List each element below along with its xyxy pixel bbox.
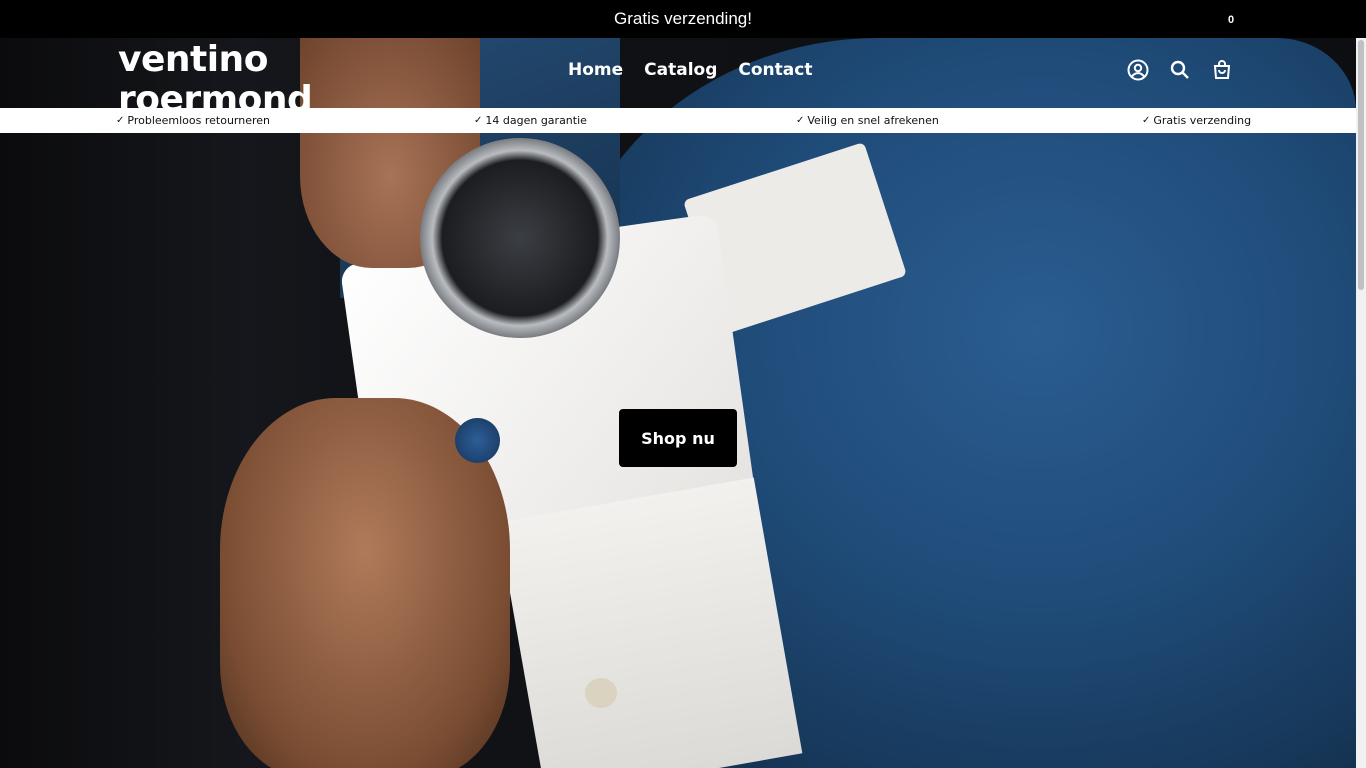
usp-item-checkout: ✓ Veilig en snel afrekenen	[796, 114, 939, 127]
announcement-text: Gratis verzending!	[614, 9, 752, 28]
announcement-bar: Gratis verzending!	[0, 0, 1366, 38]
main-nav: Home Catalog Contact	[568, 60, 812, 80]
check-icon: ✓	[474, 115, 483, 126]
account-icon[interactable]	[1126, 58, 1150, 82]
usp-item-shipping: ✓ Gratis verzending	[1142, 114, 1251, 127]
site-header: ventino roermond Home Catalog Contact	[0, 38, 1356, 108]
check-icon: ✓	[1142, 115, 1151, 126]
header-icons	[1126, 58, 1234, 82]
store-logo[interactable]: ventino roermond	[118, 40, 338, 108]
usp-label: Probleemloos retourneren	[127, 114, 271, 127]
cart-count-badge: 0	[1228, 14, 1235, 26]
check-icon: ✓	[796, 115, 805, 126]
scrollbar-thumb[interactable]	[1358, 40, 1364, 290]
hero-image	[0, 38, 1356, 768]
nav-catalog-link[interactable]: Catalog	[644, 60, 717, 80]
page-scrollbar[interactable]	[1356, 38, 1366, 768]
search-icon[interactable]	[1168, 58, 1192, 82]
cart-icon[interactable]	[1210, 58, 1234, 82]
usp-bar: ✓ Probleemloos retourneren ✓ 14 dagen ga…	[0, 108, 1356, 133]
nav-contact-link[interactable]: Contact	[738, 60, 812, 80]
usp-item-returns: ✓ Probleemloos retourneren	[116, 114, 270, 127]
shop-now-button[interactable]: Shop nu	[619, 409, 737, 467]
usp-label: 14 dagen garantie	[485, 114, 587, 127]
usp-label: Gratis verzending	[1153, 114, 1252, 127]
check-icon: ✓	[116, 115, 125, 126]
nav-home-link[interactable]: Home	[568, 60, 623, 80]
usp-item-guarantee: ✓ 14 dagen garantie	[474, 114, 587, 127]
usp-label: Veilig en snel afrekenen	[807, 114, 939, 127]
